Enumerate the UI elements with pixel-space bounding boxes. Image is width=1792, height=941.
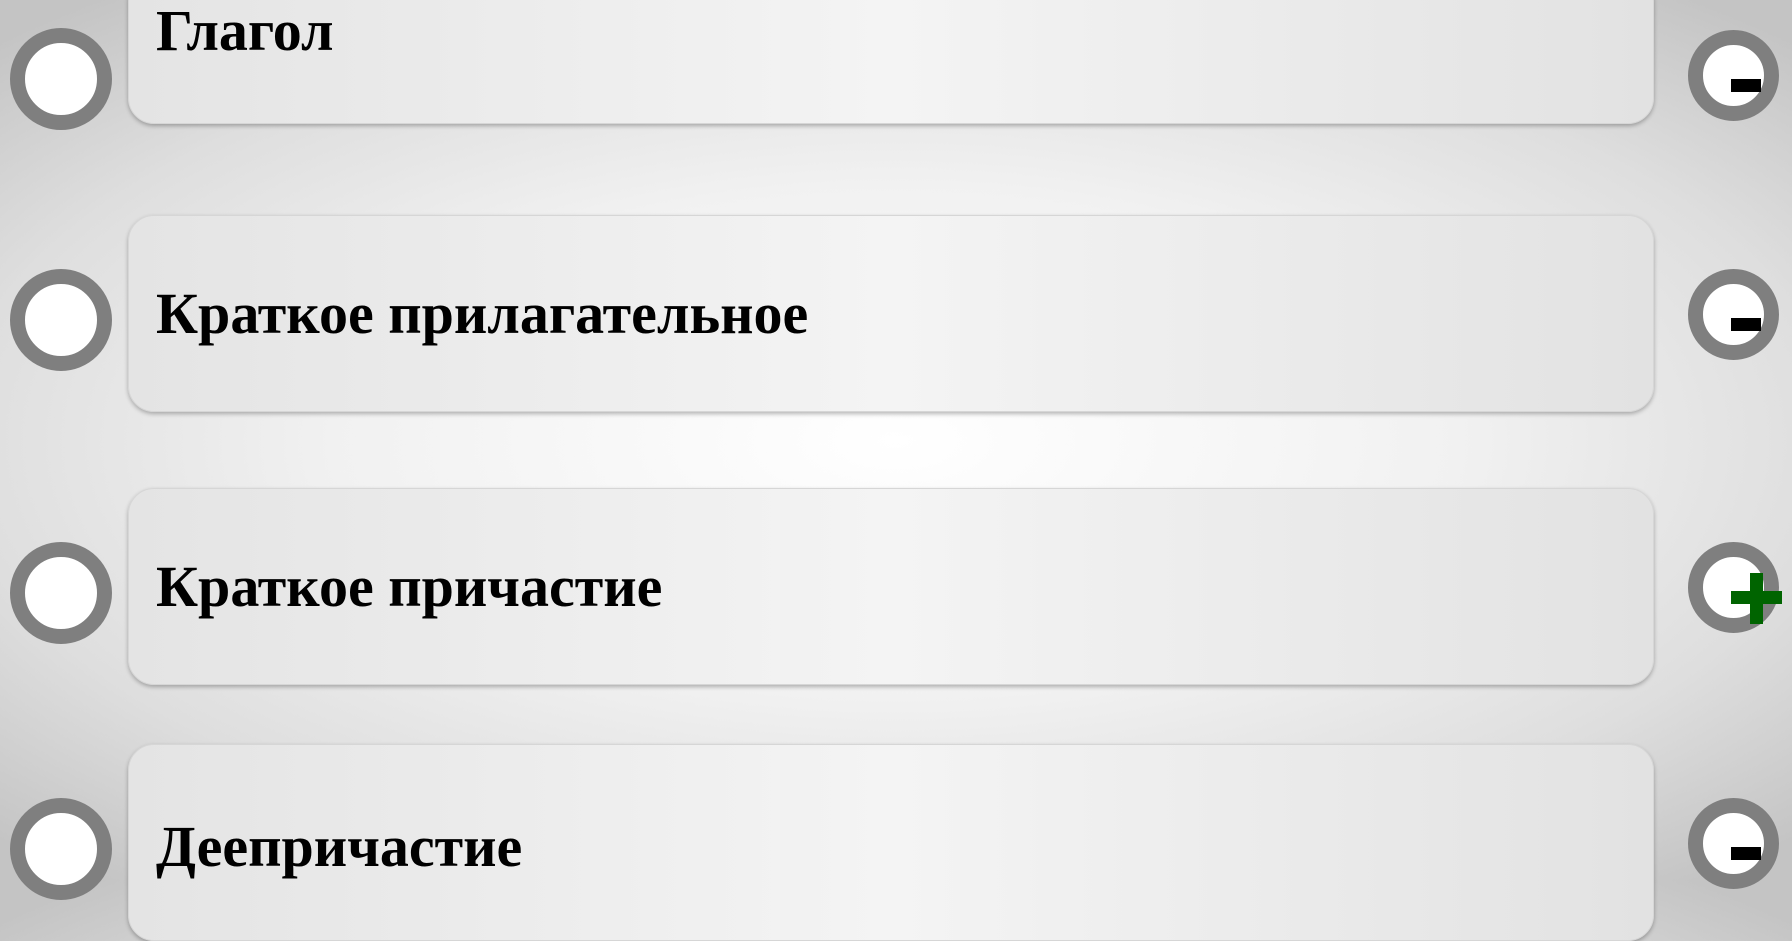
radio-button-icon[interactable] <box>10 541 112 644</box>
plus-icon-vertical-bar <box>1750 572 1763 624</box>
answer-label: Краткое прилагательное <box>156 280 809 346</box>
result-marker <box>1688 268 1779 360</box>
radio-button-icon[interactable] <box>10 28 112 130</box>
minus-icon <box>1731 846 1761 860</box>
plus-icon <box>1731 572 1782 624</box>
result-marker <box>1688 797 1779 889</box>
answer-option-3: Краткое причастие <box>0 488 1792 685</box>
radio-button-icon[interactable] <box>10 268 112 371</box>
answer-card[interactable]: Краткое прилагательное <box>128 215 1654 412</box>
answer-card[interactable]: Глагол <box>128 0 1654 124</box>
answer-card[interactable]: Деепричастие <box>128 744 1654 941</box>
answer-list: Глагол Краткое прилагательное Краткое пр… <box>0 0 1792 941</box>
answer-option-1: Глагол <box>0 0 1792 130</box>
result-marker <box>1688 541 1782 633</box>
minus-icon <box>1731 317 1761 331</box>
result-marker <box>1688 30 1779 121</box>
answer-card[interactable]: Краткое причастие <box>128 488 1654 685</box>
answer-label: Глагол <box>156 0 334 63</box>
radio-button-icon[interactable] <box>10 797 112 900</box>
minus-icon <box>1731 79 1761 92</box>
answer-label: Краткое причастие <box>156 553 663 619</box>
answer-option-2: Краткое прилагательное <box>0 215 1792 412</box>
answer-option-4: Деепричастие <box>0 744 1792 941</box>
answer-label: Деепричастие <box>156 814 523 879</box>
